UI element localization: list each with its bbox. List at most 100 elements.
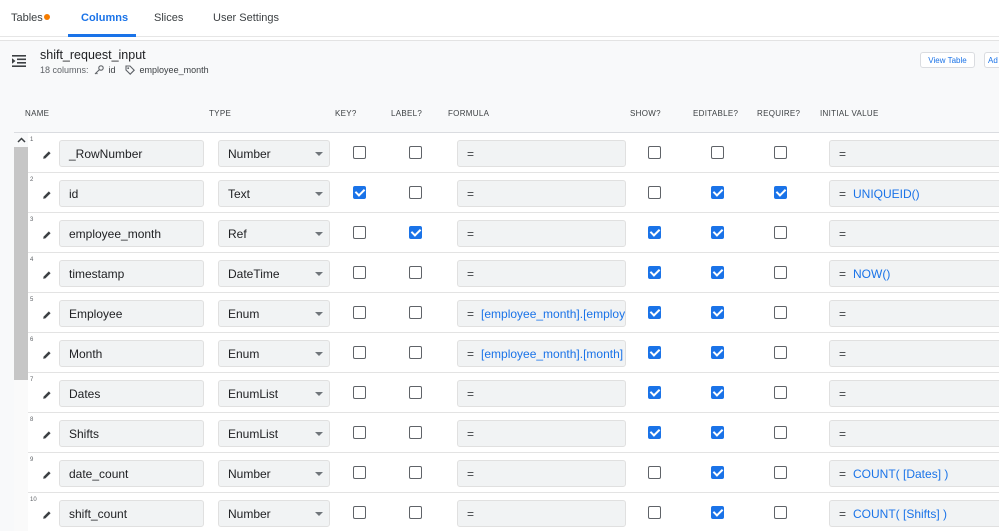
key-checkbox[interactable] (353, 146, 366, 159)
type-select[interactable]: Text (218, 180, 330, 207)
editable-checkbox[interactable] (711, 266, 724, 279)
pencil-icon[interactable] (42, 267, 52, 279)
initial-value-field[interactable]: = (829, 340, 999, 367)
initial-value-field[interactable]: = (829, 140, 999, 167)
formula-field[interactable]: = (457, 220, 626, 247)
label-checkbox[interactable] (409, 146, 422, 159)
show-checkbox[interactable] (648, 466, 661, 479)
require-checkbox[interactable] (774, 146, 787, 159)
tab-user-settings[interactable]: User Settings (213, 12, 279, 24)
show-checkbox[interactable] (648, 346, 661, 359)
editable-checkbox[interactable] (711, 466, 724, 479)
key-checkbox[interactable] (353, 306, 366, 319)
label-checkbox[interactable] (409, 506, 422, 519)
show-checkbox[interactable] (648, 426, 661, 439)
column-name-field[interactable]: Employee (59, 300, 204, 327)
label-checkbox[interactable] (409, 466, 422, 479)
type-select[interactable]: Enum (218, 340, 330, 367)
show-checkbox[interactable] (648, 306, 661, 319)
show-checkbox[interactable] (648, 146, 661, 159)
label-checkbox[interactable] (409, 306, 422, 319)
scroll-up-button[interactable] (14, 134, 28, 146)
key-checkbox[interactable] (353, 426, 366, 439)
column-name-field[interactable]: id (59, 180, 204, 207)
formula-field[interactable]: = [employee_month].[employe (457, 300, 626, 327)
add-button[interactable]: Ad (984, 52, 999, 68)
require-checkbox[interactable] (774, 186, 787, 199)
column-name-field[interactable]: _RowNumber (59, 140, 204, 167)
type-select[interactable]: Enum (218, 300, 330, 327)
require-checkbox[interactable] (774, 386, 787, 399)
initial-value-field[interactable]: = (829, 220, 999, 247)
editable-checkbox[interactable] (711, 386, 724, 399)
pencil-icon[interactable] (42, 347, 52, 359)
pencil-icon[interactable] (42, 307, 52, 319)
column-name-field[interactable]: Month (59, 340, 204, 367)
require-checkbox[interactable] (774, 266, 787, 279)
key-checkbox[interactable] (353, 506, 366, 519)
label-checkbox[interactable] (409, 266, 422, 279)
require-checkbox[interactable] (774, 226, 787, 239)
column-name-field[interactable]: date_count (59, 460, 204, 487)
formula-field[interactable]: = (457, 140, 626, 167)
key-checkbox[interactable] (353, 266, 366, 279)
show-checkbox[interactable] (648, 186, 661, 199)
pencil-icon[interactable] (42, 147, 52, 159)
require-checkbox[interactable] (774, 306, 787, 319)
column-name-field[interactable]: Shifts (59, 420, 204, 447)
require-checkbox[interactable] (774, 506, 787, 519)
formula-field[interactable]: = (457, 500, 626, 527)
require-checkbox[interactable] (774, 346, 787, 359)
initial-value-field[interactable]: = NOW() (829, 260, 999, 287)
collapse-list-icon[interactable] (12, 55, 26, 67)
formula-field[interactable]: = (457, 460, 626, 487)
initial-value-field[interactable]: = (829, 420, 999, 447)
editable-checkbox[interactable] (711, 506, 724, 519)
view-table-button[interactable]: View Table (920, 52, 975, 68)
formula-field[interactable]: = [employee_month].[month] (457, 340, 626, 367)
editable-checkbox[interactable] (711, 226, 724, 239)
require-checkbox[interactable] (774, 466, 787, 479)
editable-checkbox[interactable] (711, 306, 724, 319)
formula-field[interactable]: = (457, 380, 626, 407)
key-checkbox[interactable] (353, 386, 366, 399)
formula-field[interactable]: = (457, 180, 626, 207)
column-name-field[interactable]: Dates (59, 380, 204, 407)
type-select[interactable]: EnumList (218, 380, 330, 407)
tab-slices[interactable]: Slices (154, 12, 183, 24)
formula-field[interactable]: = (457, 260, 626, 287)
type-select[interactable]: Number (218, 460, 330, 487)
label-checkbox[interactable] (409, 186, 422, 199)
show-checkbox[interactable] (648, 266, 661, 279)
key-checkbox[interactable] (353, 186, 366, 199)
show-checkbox[interactable] (648, 226, 661, 239)
show-checkbox[interactable] (648, 386, 661, 399)
pencil-icon[interactable] (42, 507, 52, 519)
initial-value-field[interactable]: = (829, 380, 999, 407)
type-select[interactable]: Number (218, 500, 330, 527)
label-checkbox[interactable] (409, 346, 422, 359)
editable-checkbox[interactable] (711, 186, 724, 199)
initial-value-field[interactable]: = UNIQUEID() (829, 180, 999, 207)
initial-value-field[interactable]: = COUNT( [Dates] ) (829, 460, 999, 487)
pencil-icon[interactable] (42, 427, 52, 439)
type-select[interactable]: DateTime (218, 260, 330, 287)
type-select[interactable]: Ref (218, 220, 330, 247)
type-select[interactable]: Number (218, 140, 330, 167)
label-checkbox[interactable] (409, 386, 422, 399)
key-checkbox[interactable] (353, 346, 366, 359)
initial-value-field[interactable]: = (829, 300, 999, 327)
type-select[interactable]: EnumList (218, 420, 330, 447)
tab-tables[interactable]: Tables (11, 12, 43, 24)
editable-checkbox[interactable] (711, 346, 724, 359)
key-checkbox[interactable] (353, 226, 366, 239)
column-name-field[interactable]: timestamp (59, 260, 204, 287)
pencil-icon[interactable] (42, 227, 52, 239)
column-name-field[interactable]: employee_month (59, 220, 204, 247)
initial-value-field[interactable]: = COUNT( [Shifts] ) (829, 500, 999, 527)
require-checkbox[interactable] (774, 426, 787, 439)
formula-field[interactable]: = (457, 420, 626, 447)
label-checkbox[interactable] (409, 426, 422, 439)
editable-checkbox[interactable] (711, 146, 724, 159)
scrollbar-thumb[interactable] (14, 147, 28, 380)
